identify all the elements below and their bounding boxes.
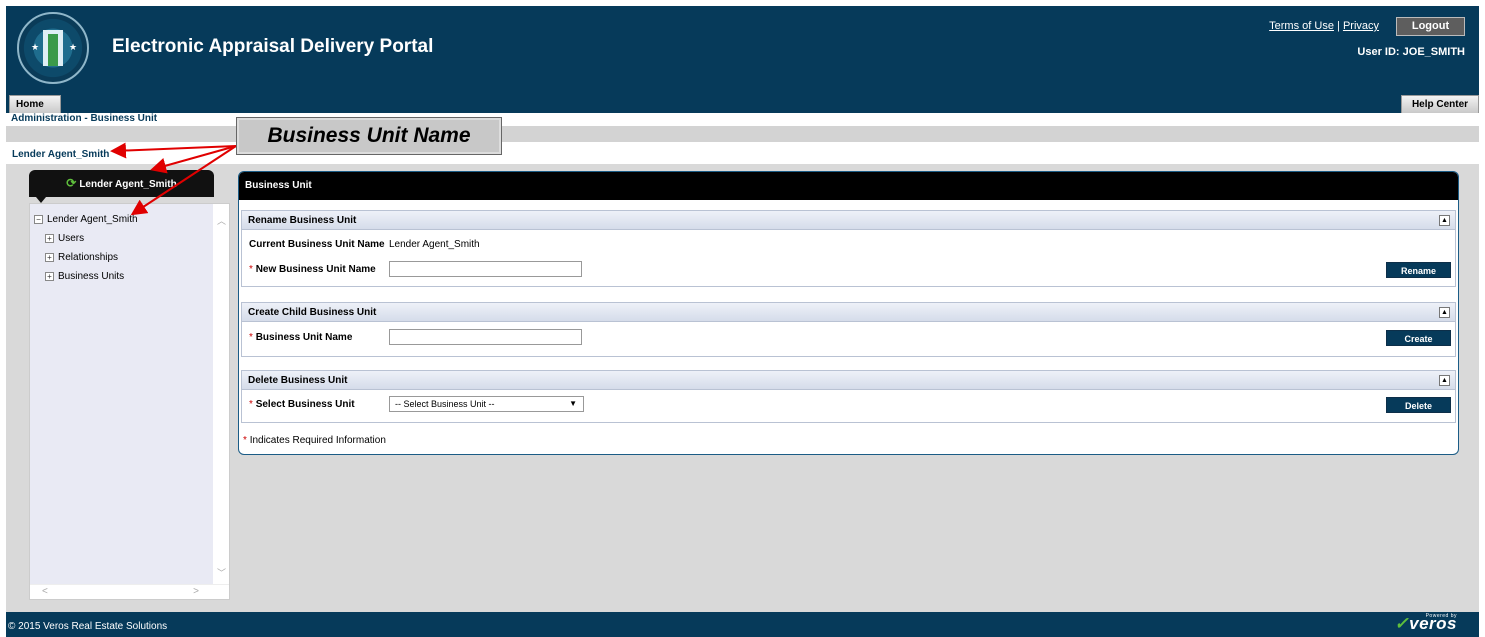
privacy-link[interactable]: Privacy — [1343, 20, 1379, 32]
tree-panel: − Lender Agent_Smith + Users + Relations… — [29, 203, 230, 600]
business-unit-name-label: Lender Agent_Smith — [12, 149, 110, 160]
tree-node-label[interactable]: Lender Agent_Smith — [47, 214, 138, 225]
tree-node-label[interactable]: Users — [58, 233, 84, 244]
new-business-unit-name-input[interactable] — [389, 261, 582, 277]
hud-seal-logo: ★ ★ — [17, 12, 89, 84]
top-links: Terms of Use | Privacy — [1269, 20, 1379, 32]
app-header: ★ ★ Electronic Appraisal Delivery Portal … — [6, 6, 1479, 90]
tree-node-root[interactable]: − Lender Agent_Smith — [34, 214, 138, 225]
create-section: Create Child Business Unit ▲ * Business … — [241, 302, 1456, 357]
tree-node-business-units[interactable]: + Business Units — [45, 271, 124, 282]
expand-icon[interactable]: + — [45, 272, 54, 281]
rename-button[interactable]: Rename — [1386, 262, 1451, 278]
veros-check-icon: ✓ — [1394, 614, 1410, 633]
chevron-right-icon[interactable]: > — [193, 586, 199, 597]
link-separator: | — [1337, 20, 1340, 32]
current-name-value: Lender Agent_Smith — [389, 239, 480, 250]
rename-section: Rename Business Unit ▲ Current Business … — [241, 210, 1456, 287]
dropdown-arrow-icon[interactable]: ▼ — [569, 397, 577, 411]
new-name-label: New Business Unit Name — [255, 264, 376, 275]
chevron-up-icon[interactable]: ︿ — [217, 214, 226, 227]
page: ★ ★ Electronic Appraisal Delivery Portal … — [6, 6, 1479, 637]
collapse-icon[interactable]: − — [34, 215, 43, 224]
chevron-left-icon[interactable]: < — [42, 586, 48, 597]
collapse-section-icon[interactable]: ▲ — [1439, 307, 1450, 318]
section-heading: Create Child Business Unit ▲ — [242, 303, 1455, 322]
tree-node-label[interactable]: Relationships — [58, 252, 118, 263]
breadcrumb-row: Administration - Business Unit — [6, 113, 1479, 126]
current-name-label: Current Business Unit Name — [249, 239, 385, 250]
horizontal-scrollbar[interactable]: < > — [30, 584, 229, 599]
section-heading-label: Rename Business Unit — [248, 215, 357, 226]
terms-of-use-link[interactable]: Terms of Use — [1269, 20, 1334, 32]
section-heading: Rename Business Unit ▲ — [242, 211, 1455, 230]
tree-node-label[interactable]: Business Units — [58, 271, 124, 282]
tab-help-center[interactable]: Help Center — [1401, 95, 1479, 113]
user-id-label: User ID: JOE_SMITH — [1357, 46, 1465, 58]
business-unit-panel: Business Unit Rename Business Unit ▲ Cur… — [238, 171, 1459, 455]
current-name-row: Current Business Unit Name Lender Agent_… — [249, 239, 480, 250]
required-asterisk: * — [243, 435, 247, 446]
create-button[interactable]: Create — [1386, 330, 1451, 346]
footer: © 2015 Veros Real Estate Solutions ✓vero… — [6, 612, 1479, 637]
required-asterisk: * — [249, 399, 253, 410]
vertical-scrollbar[interactable]: ︿ ﹀ — [213, 204, 229, 585]
tree-node-relationships[interactable]: + Relationships — [45, 252, 118, 263]
required-note: * Indicates Required Information — [243, 435, 386, 446]
collapse-section-icon[interactable]: ▲ — [1439, 375, 1450, 386]
nav-bar: Home Help Center — [6, 90, 1479, 113]
required-asterisk: * — [249, 264, 253, 275]
section-heading-label: Create Child Business Unit — [248, 307, 377, 318]
callout-box: Business Unit Name — [236, 117, 502, 155]
section-heading-label: Delete Business Unit — [248, 375, 348, 386]
required-note-text: Indicates Required Information — [249, 435, 386, 446]
logout-button[interactable]: Logout — [1396, 17, 1465, 36]
panel-title: Business Unit — [239, 172, 1458, 200]
required-asterisk: * — [249, 332, 253, 343]
tree-node-users[interactable]: + Users — [45, 233, 84, 244]
select-bu-label: Select Business Unit — [255, 399, 355, 410]
collapse-section-icon[interactable]: ▲ — [1439, 215, 1450, 226]
app-title: Electronic Appraisal Delivery Portal — [112, 36, 434, 57]
copyright-text: © 2015 Veros Real Estate Solutions — [8, 621, 168, 632]
powered-by-text: Powered by — [1425, 613, 1457, 619]
expand-icon[interactable]: + — [45, 234, 54, 243]
veros-logo: ✓veros Powered by — [1394, 613, 1457, 634]
expand-icon[interactable]: + — [45, 253, 54, 262]
child-name-label: Business Unit Name — [255, 332, 353, 343]
tree-header-label: Lender Agent_Smith — [79, 179, 177, 190]
breadcrumb: Administration - Business Unit — [11, 113, 158, 124]
tab-home[interactable]: Home — [9, 95, 61, 113]
delete-button[interactable]: Delete — [1386, 397, 1451, 413]
dropdown-value: -- Select Business Unit -- — [395, 399, 495, 409]
section-heading: Delete Business Unit ▲ — [242, 371, 1455, 390]
delete-section: Delete Business Unit ▲ * Select Business… — [241, 370, 1456, 423]
tree-header[interactable]: ⟳ Lender Agent_Smith — [29, 170, 214, 197]
business-unit-row: Lender Agent_Smith — [6, 142, 1479, 164]
chevron-down-icon[interactable]: ﹀ — [217, 566, 226, 579]
business-unit-name-input[interactable] — [389, 329, 582, 345]
refresh-icon[interactable]: ⟳ — [66, 176, 76, 190]
select-business-unit-dropdown[interactable]: -- Select Business Unit -- ▼ — [389, 396, 584, 412]
divider-band — [6, 126, 1479, 142]
